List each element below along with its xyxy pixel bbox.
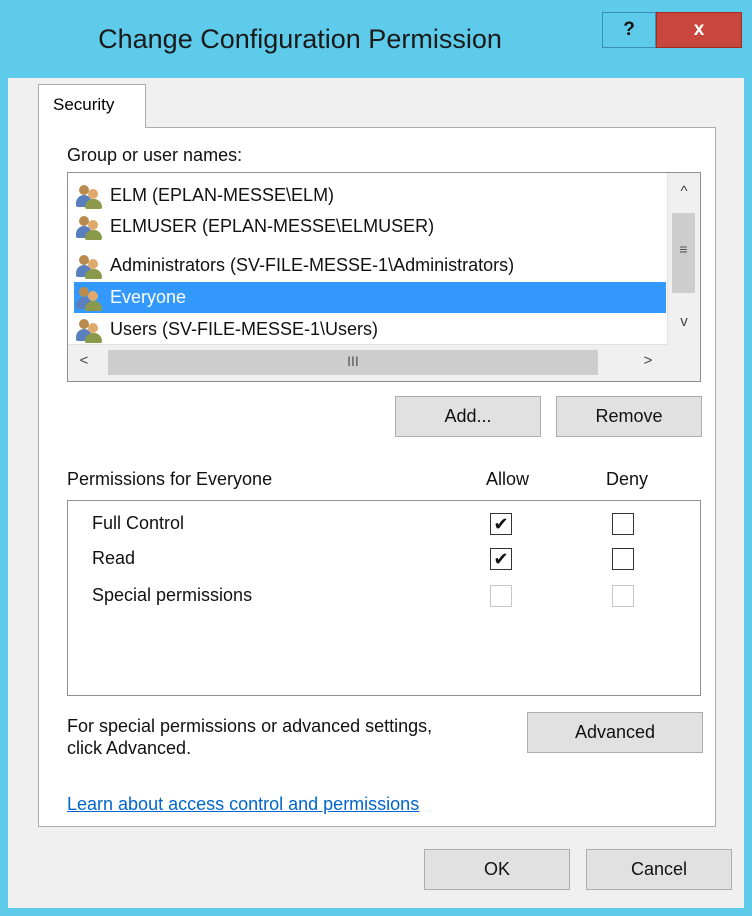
- users-group-icon: [74, 284, 110, 312]
- scroll-down-arrow-icon[interactable]: v: [668, 313, 700, 330]
- advanced-button[interactable]: Advanced: [527, 712, 703, 753]
- perm-label-full-control: Full Control: [92, 513, 185, 533]
- advanced-note-line2: click Advanced.: [67, 738, 192, 758]
- group-user-list[interactable]: ELM (EPLAN-MESSE\ELM) ELMUSER (EPLAN-MES…: [67, 172, 701, 382]
- horizontal-scrollbar[interactable]: < III >: [68, 344, 668, 381]
- remove-button[interactable]: Remove: [556, 396, 702, 437]
- cancel-button[interactable]: Cancel: [586, 849, 732, 890]
- deny-read-checkbox[interactable]: [612, 548, 634, 570]
- scroll-left-arrow-icon[interactable]: <: [72, 352, 96, 369]
- add-button[interactable]: Add...: [395, 396, 541, 437]
- list-item-everyone[interactable]: Everyone: [74, 282, 666, 313]
- list-item-users[interactable]: Users (SV-FILE-MESSE-1\Users): [74, 314, 666, 345]
- list-item-elmuser[interactable]: ELMUSER (EPLAN-MESSE\ELMUSER): [74, 211, 666, 242]
- close-button[interactable]: x: [656, 12, 742, 48]
- permissions-heading: Permissions for Everyone: [67, 469, 273, 489]
- checkmark-icon: ✔: [493, 549, 509, 569]
- perm-label-special: Special permissions: [92, 585, 253, 605]
- help-button[interactable]: ?: [602, 12, 656, 48]
- scroll-up-arrow-icon[interactable]: ^: [668, 183, 700, 200]
- allow-special-checkbox: [490, 585, 512, 607]
- allow-read-checkbox[interactable]: ✔: [490, 548, 512, 570]
- horizontal-scroll-thumb[interactable]: III: [108, 350, 598, 375]
- grip-icon: III: [347, 353, 359, 369]
- list-item-label: Administrators (SV-FILE-MESSE-1\Administ…: [110, 255, 515, 275]
- scrollbar-corner: [668, 345, 700, 381]
- list-item-label: ELM (EPLAN-MESSE\ELM): [110, 185, 335, 205]
- list-item-administrators[interactable]: Administrators (SV-FILE-MESSE-1\Administ…: [74, 250, 666, 281]
- tab-security[interactable]: Security: [38, 84, 146, 128]
- vertical-scrollbar[interactable]: ^ ≡ v: [667, 173, 700, 345]
- ok-button[interactable]: OK: [424, 849, 570, 890]
- scroll-right-arrow-icon[interactable]: >: [636, 352, 660, 369]
- grip-icon: ≡: [679, 241, 688, 257]
- vertical-scroll-thumb[interactable]: ≡: [672, 213, 695, 293]
- users-group-icon: [74, 182, 110, 210]
- learn-more-link[interactable]: Learn about access control and permissio…: [67, 794, 419, 815]
- group-heading: Group or user names:: [67, 145, 243, 165]
- list-item-label: Users (SV-FILE-MESSE-1\Users): [110, 319, 379, 339]
- allow-full-control-checkbox[interactable]: ✔: [490, 513, 512, 535]
- allow-header: Allow: [486, 469, 530, 489]
- deny-special-checkbox: [612, 585, 634, 607]
- checkmark-icon: ✔: [493, 514, 509, 534]
- list-item-elm[interactable]: ELM (EPLAN-MESSE\ELM): [74, 180, 666, 211]
- dialog-window: Change Configuration Permission ? x Secu…: [0, 0, 752, 916]
- list-item-label: Everyone: [110, 287, 187, 307]
- advanced-note-line1: For special permissions or advanced sett…: [67, 716, 433, 736]
- deny-full-control-checkbox[interactable]: [612, 513, 634, 535]
- users-group-icon: [74, 316, 110, 344]
- deny-header: Deny: [606, 469, 649, 489]
- list-item-label: ELMUSER (EPLAN-MESSE\ELMUSER): [110, 216, 435, 236]
- permissions-list: Full Control Read Special permissions ✔ …: [67, 500, 701, 696]
- perm-label-read: Read: [92, 548, 136, 568]
- window-title: Change Configuration Permission: [98, 23, 502, 54]
- users-group-icon: [74, 252, 110, 280]
- users-group-icon: [74, 213, 110, 241]
